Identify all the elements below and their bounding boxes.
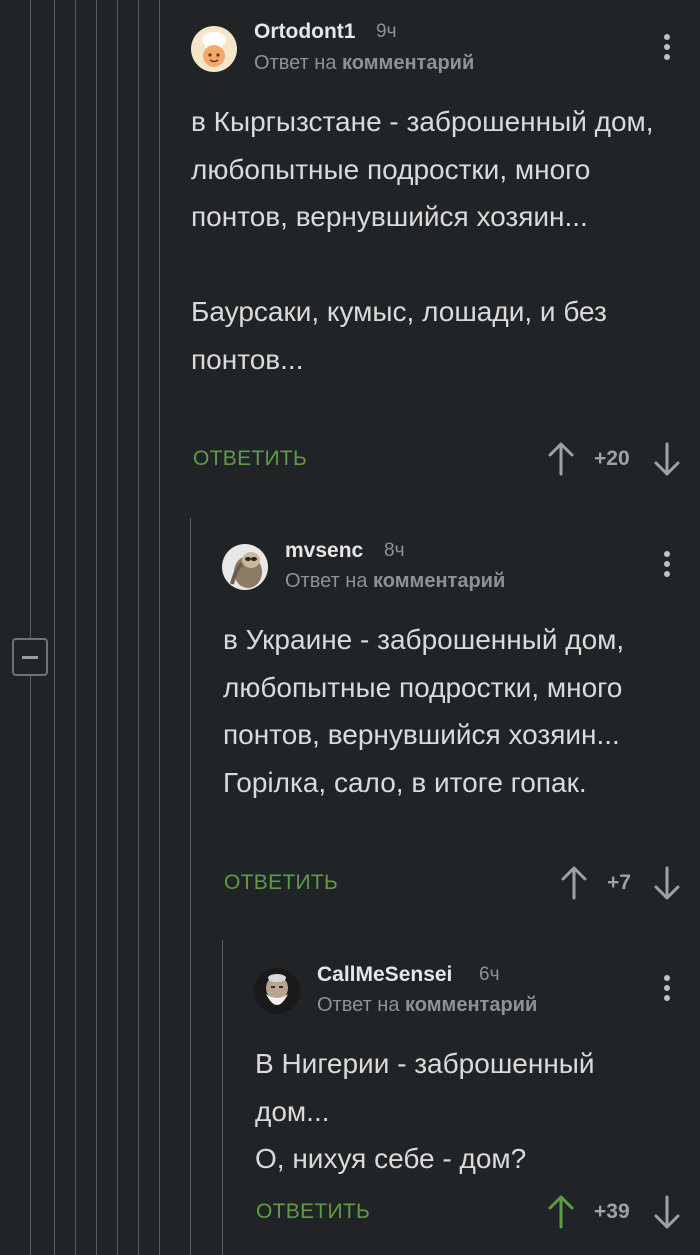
- thread-line: [159, 0, 160, 1255]
- thread-line: [190, 518, 191, 1255]
- thread-line: [30, 0, 31, 1255]
- rating-score: +7: [607, 871, 631, 894]
- comment-text: В Нигерии - заброшенный дом... О, нихуя …: [255, 1048, 595, 1174]
- reply-to-link[interactable]: комментарий: [342, 52, 474, 74]
- thread-line: [117, 0, 118, 1255]
- more-vertical-icon[interactable]: [664, 551, 670, 577]
- thread-line: [138, 0, 139, 1255]
- comment-text: в Кыргызстане - заброшенный дом, любопыт…: [191, 106, 654, 375]
- comment-author[interactable]: CallMeSensei: [317, 963, 452, 987]
- reply-to-label: Ответ на комментарий: [285, 570, 506, 592]
- arrow-up-icon[interactable]: [561, 866, 587, 900]
- reply-to-label: Ответ на комментарий: [317, 994, 538, 1016]
- comment-text: в Украине - заброшенный дом, любопытные …: [223, 624, 625, 798]
- arrow-up-icon[interactable]: [548, 442, 574, 476]
- more-vertical-icon[interactable]: [664, 34, 670, 60]
- thread-line: [54, 0, 55, 1255]
- arrow-down-icon[interactable]: [654, 1195, 680, 1229]
- thread-line: [222, 940, 223, 1255]
- comment-author[interactable]: Ortodont1: [254, 20, 355, 44]
- thread-line: [75, 0, 76, 1255]
- rating-score: +39: [594, 1200, 630, 1223]
- minus-icon: [22, 655, 38, 659]
- more-vertical-icon[interactable]: [664, 975, 670, 1001]
- comment-author[interactable]: mvsenc: [285, 539, 363, 563]
- old-man-avatar[interactable]: [254, 968, 300, 1014]
- reply-button[interactable]: ОТВЕТИТЬ: [224, 871, 338, 895]
- reply-to-link[interactable]: комментарий: [405, 994, 537, 1016]
- reply-button[interactable]: ОТВЕТИТЬ: [193, 447, 307, 471]
- comment-time: 8ч: [384, 540, 405, 561]
- comment-time: 9ч: [376, 21, 397, 42]
- comment-time: 6ч: [479, 964, 500, 985]
- rating-score: +20: [594, 447, 630, 470]
- thread-line: [96, 0, 97, 1255]
- reply-to-link[interactable]: комментарий: [373, 570, 505, 592]
- arrow-up-icon[interactable]: [548, 1195, 574, 1229]
- sloth-avatar[interactable]: [222, 544, 268, 590]
- collapse-thread-button[interactable]: [12, 638, 48, 676]
- reply-to-label: Ответ на комментарий: [254, 52, 475, 74]
- chef-avatar[interactable]: [191, 26, 237, 72]
- reply-button[interactable]: ОТВЕТИТЬ: [256, 1200, 370, 1224]
- arrow-down-icon[interactable]: [654, 442, 680, 476]
- arrow-down-icon[interactable]: [654, 866, 680, 900]
